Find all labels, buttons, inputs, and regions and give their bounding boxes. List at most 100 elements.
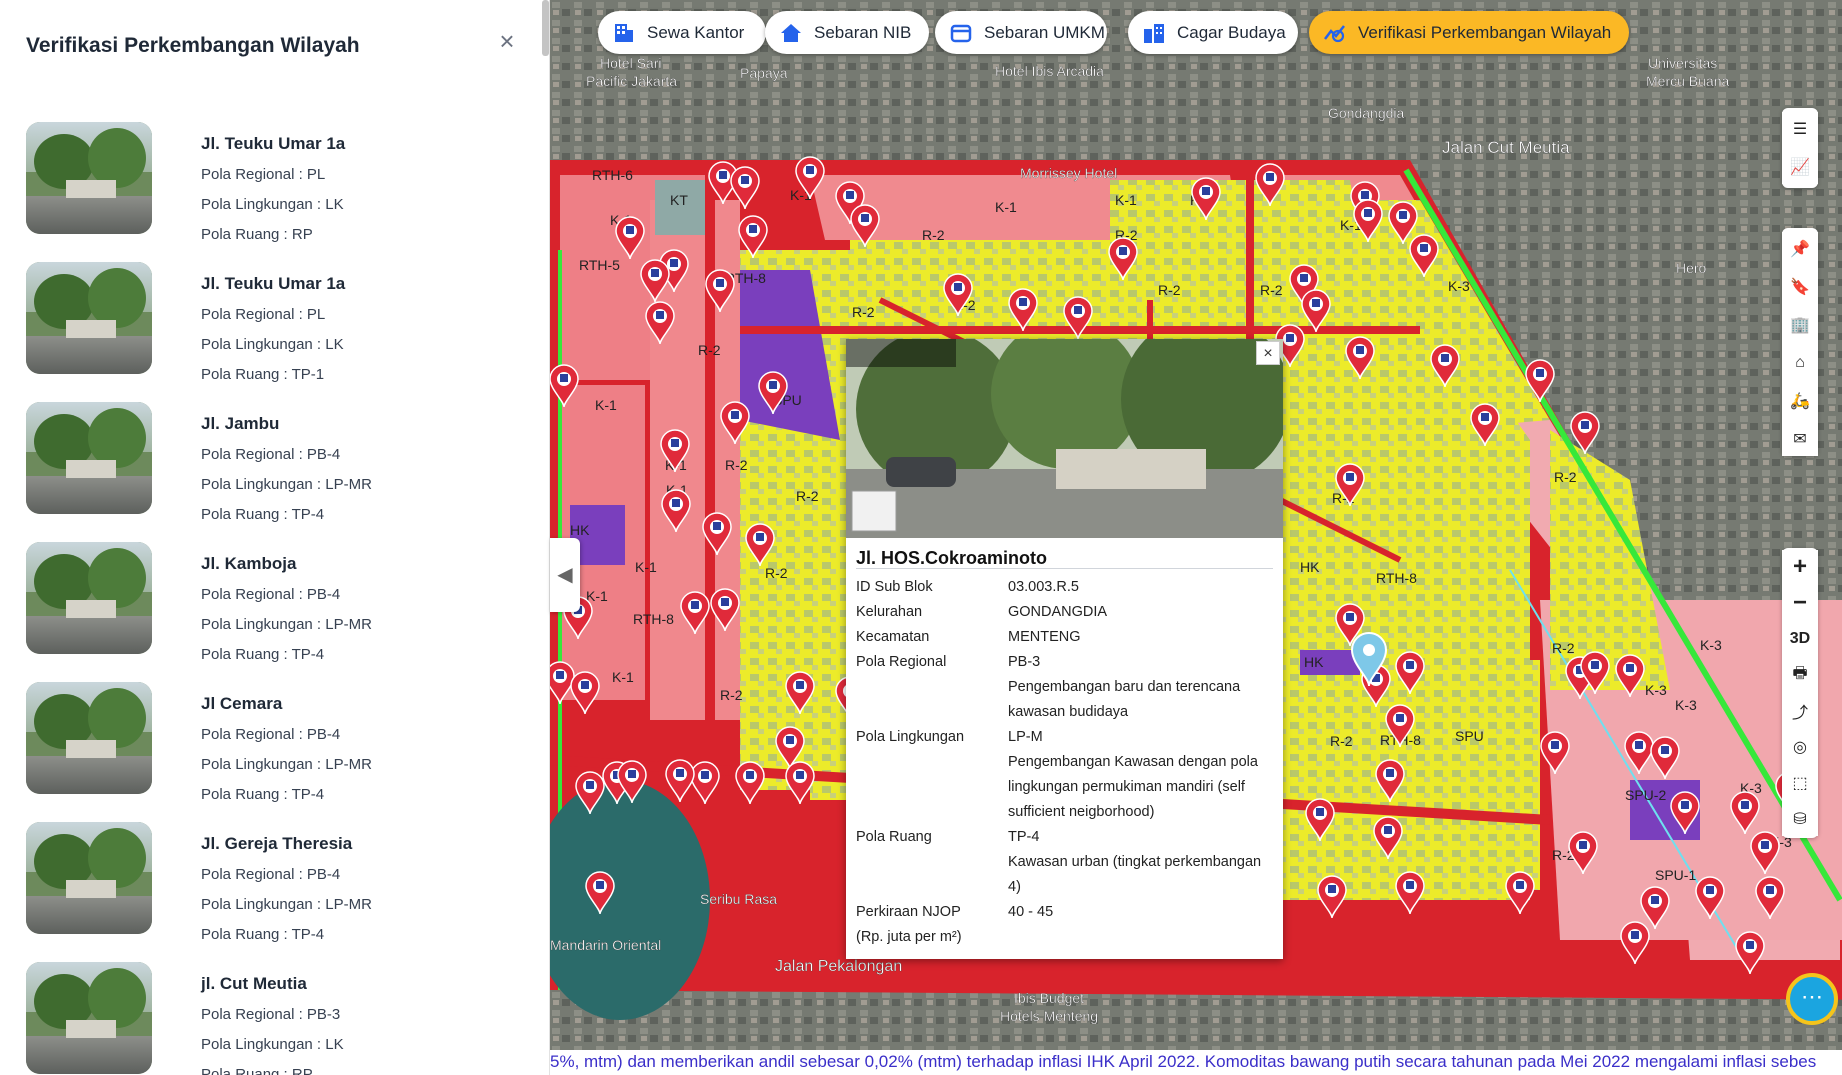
svg-text:Universitas: Universitas [1648, 55, 1717, 71]
tab-sebaran-nib[interactable]: Sebaran NIB [765, 11, 929, 54]
location-thumbnail[interactable] [26, 822, 152, 934]
svg-text:RTH-8: RTH-8 [1376, 570, 1417, 586]
field-value-pola-ruang: TP-4 [1008, 829, 1040, 845]
location-name[interactable]: Jl Cemara [201, 694, 282, 714]
locate-icon[interactable]: ◎ [1782, 730, 1818, 764]
location-list-item[interactable]: Jl. Teuku Umar 1a Pola Regional : PL Pola … [26, 122, 526, 243]
location-thumbnail[interactable] [26, 542, 152, 654]
basemap-icon[interactable]: ⛁ [1782, 802, 1818, 836]
measure-line-icon[interactable]: ⤴ [1782, 694, 1818, 728]
location-name[interactable]: Jl. Jambu [201, 414, 279, 434]
zoom-out-button[interactable]: − [1782, 586, 1818, 620]
pin-icon[interactable]: 📌 [1782, 232, 1818, 266]
svg-text:Hotels Menteng: Hotels Menteng [1000, 1008, 1098, 1024]
location-list-item[interactable]: Jl. Kamboja Pola Regional : PB-4 Pola Ling… [26, 542, 526, 663]
building-icon[interactable]: 🏢 [1782, 308, 1818, 342]
svg-text:K-3: K-3 [1700, 637, 1722, 653]
chat-icon[interactable]: ⋯ [1786, 973, 1838, 1025]
location-thumbnail[interactable] [26, 402, 152, 514]
tab-label: Verifikasi Perkembangan Wilayah [1358, 22, 1612, 42]
svg-text:SPU-2: SPU-2 [1625, 787, 1666, 803]
field-value-kelurahan: GONDANGDIA [1008, 604, 1108, 620]
zoom-in-button[interactable]: + [1782, 550, 1818, 584]
svg-text:HK: HK [1300, 559, 1320, 575]
tab-label: Sebaran UMKM [984, 22, 1105, 42]
verification-panel: Verifikasi Perkembangan Wilayah × Jl. Te… [0, 0, 550, 1075]
popup-title: Jl. HOS.Cokroaminoto [856, 548, 1048, 568]
location-name[interactable]: Jl. Teuku Umar 1a [201, 134, 345, 154]
pola-regional-text: Pola Regional : PB-4 [201, 726, 341, 743]
location-name[interactable]: Jl. Teuku Umar 1a [201, 274, 345, 294]
street-view-photo[interactable] [846, 339, 1283, 538]
pola-regional-text: Pola Regional : PB-4 [201, 446, 341, 463]
svg-text:K-3: K-3 [1645, 682, 1667, 698]
location-thumbnail[interactable] [26, 262, 152, 374]
svg-text:RTH-8: RTH-8 [633, 611, 674, 627]
field-label-id-sub-blok: ID Sub Blok [856, 579, 933, 595]
pola-lingkungan-text: Pola Lingkungan : LK [201, 196, 344, 213]
location-list-item[interactable]: Jl Cemara Pola Regional : PB-4 Pola Lingku… [26, 682, 526, 803]
field-desc-pola-ruang: Kawasan urban (tingkat perkembangan 4) [1008, 854, 1262, 895]
svg-text:K-1: K-1 [1115, 192, 1137, 208]
three-d-button[interactable]: 3D [1782, 622, 1818, 656]
svg-text:Hero: Hero [1676, 260, 1707, 276]
location-thumbnail[interactable] [26, 962, 152, 1074]
feature-popup: × Jl. HOS.Cokroaminoto ID Sub Blok 03.00… [846, 339, 1283, 959]
svg-text:R-2: R-2 [765, 565, 788, 581]
location-list-item[interactable]: Jl. Jambu Pola Regional : PB-4 Pola Lingku… [26, 402, 526, 523]
mail-check-icon[interactable]: ✉ [1782, 422, 1818, 456]
svg-text:K-3: K-3 [1675, 697, 1697, 713]
print-icon[interactable]: 🖶 [1782, 658, 1818, 692]
field-label-pola-ruang: Pola Ruang [856, 829, 932, 845]
location-name[interactable]: jl. Cut Meutia [201, 974, 307, 994]
location-list-item[interactable]: jl. Cut Meutia Pola Regional : PB-3 Pola L… [26, 962, 526, 1075]
pola-regional-text: Pola Regional : PB-4 [201, 866, 341, 883]
poi-group: 📌 🔖 🏢 ⌂ 🛵 ✉ [1782, 228, 1818, 456]
location-name[interactable]: Jl. Kamboja [201, 554, 296, 574]
polygon-icon[interactable]: ⬚ [1782, 766, 1818, 800]
pola-ruang-text: Pola Ruang : RP [201, 1066, 313, 1075]
popup-close-button[interactable]: × [1256, 341, 1280, 365]
pola-ruang-text: Pola Ruang : TP-4 [201, 786, 325, 803]
pola-lingkungan-text: Pola Lingkungan : LP-MR [201, 756, 372, 773]
svg-text:Ibis Budget: Ibis Budget [1014, 990, 1084, 1006]
location-list-item[interactable]: Jl. Gereja Theresia Pola Regional : PB-4 P… [26, 822, 526, 943]
pola-lingkungan-text: Pola Lingkungan : LP-MR [201, 896, 372, 913]
panel-scrollbar[interactable] [542, 0, 549, 56]
home-icon [779, 21, 803, 45]
tab-sebaran-umkm[interactable]: Sebaran UMKM [935, 11, 1107, 54]
line-chart-icon[interactable]: 📈 [1782, 150, 1818, 184]
location-list-item[interactable]: Jl. Teuku Umar 1a Pola Regional : PL Pola … [26, 262, 526, 383]
pola-ruang-text: Pola Ruang : TP-4 [201, 646, 325, 663]
svg-text:Seribu Rasa: Seribu Rasa [700, 891, 777, 907]
field-value-kecamatan: MENTENG [1008, 629, 1081, 645]
pola-lingkungan-text: Pola Lingkungan : LK [201, 336, 344, 353]
location-thumbnail[interactable] [26, 682, 152, 794]
svg-text:Jalan Pekalongan: Jalan Pekalongan [775, 958, 902, 975]
svg-text:HK: HK [1304, 654, 1324, 670]
location-thumbnail[interactable] [26, 122, 152, 234]
office-building-icon [612, 21, 636, 45]
location-name[interactable]: Jl. Gereja Theresia [201, 834, 352, 854]
svg-text:Mercu Buana: Mercu Buana [1646, 73, 1729, 89]
motorbike-icon[interactable]: 🛵 [1782, 384, 1818, 418]
svg-text:Gondangdia: Gondangdia [1328, 105, 1405, 121]
layers-icon[interactable]: ☰ [1782, 112, 1818, 146]
tab-verifikasi-perkembangan-wilayah[interactable]: Verifikasi Perkembangan Wilayah [1309, 11, 1629, 54]
svg-text:Morrissey Hotel: Morrissey Hotel [1020, 165, 1117, 181]
collapse-panel-button[interactable]: ◀ [550, 538, 580, 612]
field-desc-pola-lingkungan: Pengembangan Kawasan dengan pola lingkun… [1008, 754, 1258, 820]
svg-text:RTH-6: RTH-6 [592, 167, 633, 183]
svg-text:SPU: SPU [1455, 728, 1484, 744]
house-icon[interactable]: ⌂ [1782, 346, 1818, 380]
svg-text:R-2: R-2 [1552, 640, 1575, 656]
svg-text:R-2: R-2 [852, 304, 875, 320]
svg-text:KT: KT [670, 192, 688, 208]
tab-sewa-kantor[interactable]: Sewa Kantor [598, 11, 766, 54]
field-label-pola-lingkungan: Pola Lingkungan [856, 729, 965, 745]
storefront-icon [949, 21, 973, 45]
tab-cagar-budaya[interactable]: Cagar Budaya [1128, 11, 1298, 54]
close-icon[interactable]: × [494, 28, 520, 54]
svg-text:Hotel Ibis Arcadia: Hotel Ibis Arcadia [995, 63, 1104, 79]
bookmark-icon[interactable]: 🔖 [1782, 270, 1818, 304]
